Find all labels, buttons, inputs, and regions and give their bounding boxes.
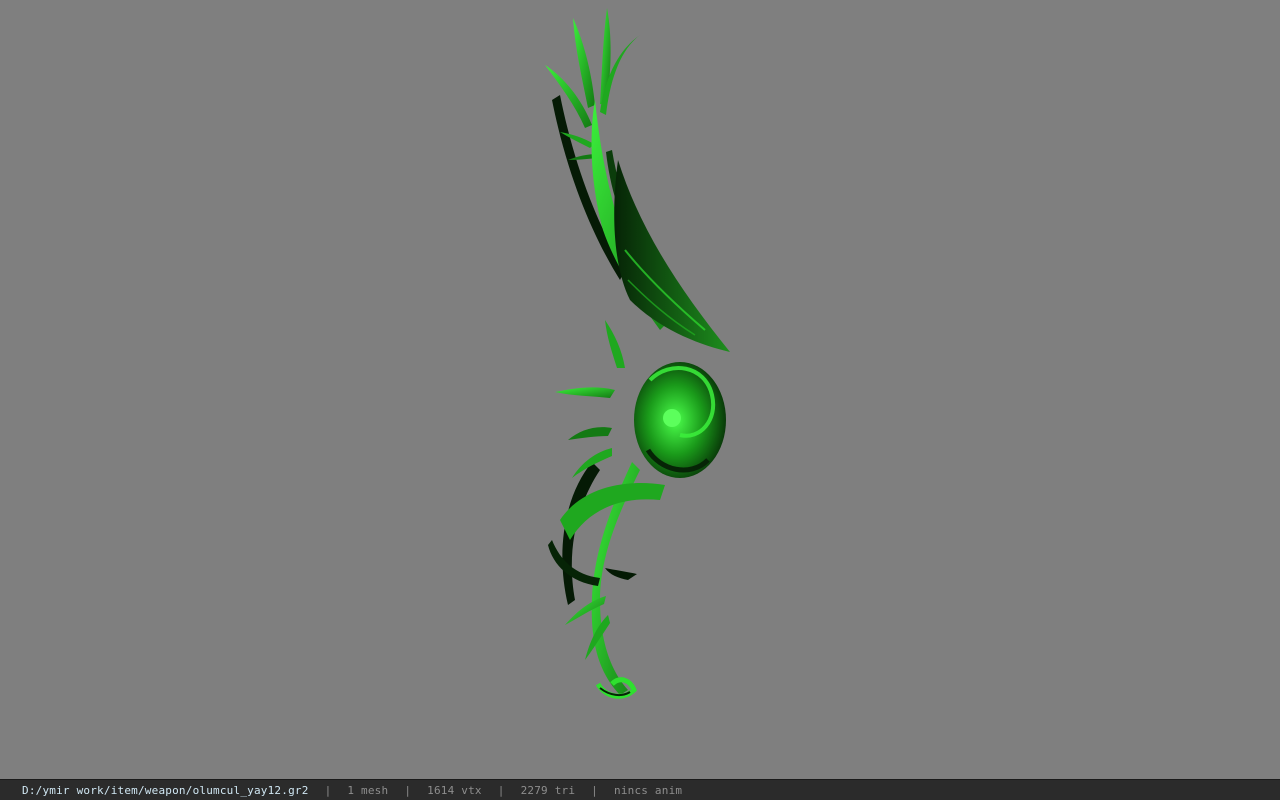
status-separator: |: [324, 783, 332, 797]
animation-status-label: nincs anim: [614, 783, 683, 797]
medallion-eye: [663, 409, 681, 427]
grip-leaf-1: [605, 320, 625, 368]
triangle-count-label: 2279 tri: [520, 783, 576, 797]
ornate-blade: [614, 160, 730, 352]
grip-leaf-3: [568, 427, 612, 440]
grip-leaf-2: [555, 387, 615, 398]
3d-viewport[interactable]: [0, 0, 1280, 779]
lower-ribbon-dark: [548, 540, 600, 586]
top-leaf-1: [573, 18, 595, 108]
status-separator: |: [497, 783, 505, 797]
bow-model-render: [545, 8, 730, 699]
mesh-count-label: 1 mesh: [347, 783, 389, 797]
file-path-label: D:/ymir work/item/weapon/olumcul_yay12.g…: [22, 783, 309, 797]
status-separator: |: [404, 783, 412, 797]
lower-spike: [605, 568, 637, 580]
status-bar: D:/ymir work/item/weapon/olumcul_yay12.g…: [0, 779, 1280, 800]
vertex-count-label: 1614 vtx: [427, 783, 482, 797]
status-separator: |: [591, 783, 598, 797]
